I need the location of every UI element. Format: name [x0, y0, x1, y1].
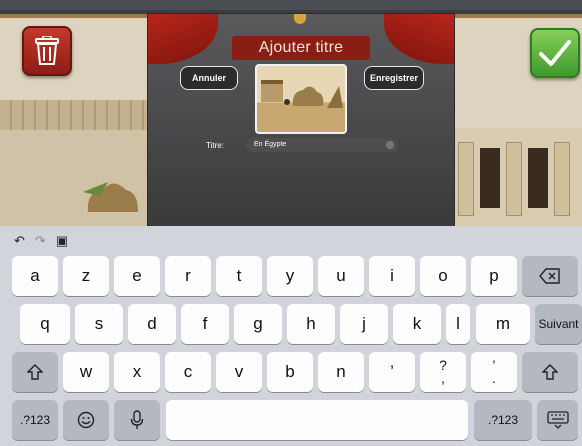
key-o[interactable]: o [420, 256, 466, 296]
dialog-title: Ajouter titre [258, 39, 344, 56]
key-k[interactable]: k [393, 304, 441, 344]
keyboard-hide-icon [546, 411, 569, 429]
key-e[interactable]: e [114, 256, 160, 296]
checkmark-icon [539, 40, 571, 66]
key-apostrophe[interactable]: ’ [369, 352, 415, 392]
temple-doorway [528, 148, 548, 208]
key-l[interactable]: l [446, 304, 470, 344]
temple-pillar [458, 142, 474, 216]
shift-key-right[interactable] [522, 352, 578, 392]
key-y[interactable]: y [267, 256, 313, 296]
key-i[interactable]: i [369, 256, 415, 296]
key-j[interactable]: j [340, 304, 388, 344]
curtain-right [384, 14, 454, 64]
delete-button[interactable] [22, 26, 72, 76]
title-field-label: Titre: [206, 141, 224, 150]
key-a[interactable]: a [12, 256, 58, 296]
clear-icon[interactable] [386, 141, 394, 149]
key-question-comma[interactable]: ? , [420, 352, 466, 392]
emoji-key[interactable] [63, 400, 109, 440]
curtain-left [148, 14, 218, 64]
key-d[interactable]: d [128, 304, 176, 344]
trash-icon [35, 36, 59, 65]
key-s[interactable]: s [75, 304, 123, 344]
key-p[interactable]: p [471, 256, 517, 296]
scene-frieze [0, 100, 150, 130]
key-m[interactable]: m [476, 304, 530, 344]
key-n[interactable]: n [318, 352, 364, 392]
title-input-value: En Égypte [254, 141, 287, 148]
confirm-button[interactable] [530, 28, 580, 78]
shift-key-left[interactable] [12, 352, 58, 392]
key-b[interactable]: b [267, 352, 313, 392]
key-apostrophe-period[interactable]: ’ . [471, 352, 517, 392]
key-w[interactable]: w [63, 352, 109, 392]
space-bar[interactable] [166, 400, 468, 440]
key-t[interactable]: t [216, 256, 262, 296]
key-x[interactable]: x [114, 352, 160, 392]
camel-illustration [83, 182, 138, 212]
key-u[interactable]: u [318, 256, 364, 296]
key-v[interactable]: v [216, 352, 262, 392]
redo-icon[interactable]: ↷ [35, 233, 46, 249]
key-z[interactable]: z [63, 256, 109, 296]
backspace-icon [539, 268, 560, 284]
shift-icon [542, 364, 558, 380]
title-input[interactable]: En Égypte [246, 138, 398, 152]
key-g[interactable]: g [234, 304, 282, 344]
return-key[interactable]: Suivant [535, 304, 582, 344]
microphone-icon [130, 410, 144, 429]
emoji-icon [77, 411, 95, 429]
paste-icon[interactable]: ▣ [56, 233, 68, 249]
backspace-key[interactable] [522, 256, 578, 296]
temple-pillar [506, 142, 522, 216]
temple-pillar [554, 142, 570, 216]
numbers-key-left[interactable]: .?123 [12, 400, 58, 440]
temple-building [450, 128, 582, 226]
hide-keyboard-key[interactable] [537, 400, 578, 440]
shortcut-bar: ↶ ↷ ▣ [14, 232, 68, 250]
dictation-key[interactable] [114, 400, 160, 440]
key-h[interactable]: h [287, 304, 335, 344]
curtain-ornament [294, 14, 306, 24]
key-f[interactable]: f [181, 304, 229, 344]
key-q[interactable]: q [20, 304, 70, 344]
numbers-key-right[interactable]: .?123 [474, 400, 532, 440]
thumbnail-illustration [261, 80, 343, 108]
temple-doorway [480, 148, 500, 208]
key-c[interactable]: c [165, 352, 211, 392]
undo-icon[interactable]: ↶ [14, 233, 25, 249]
onscreen-keyboard: ↶ ↷ ▣ a z e r t y u i o p q s d f g h j … [0, 226, 582, 446]
save-button[interactable]: Enregistrer [364, 66, 424, 90]
cancel-button[interactable]: Annuler [180, 66, 238, 90]
title-banner: Ajouter titre [232, 36, 370, 60]
add-title-dialog: Ajouter titre Annuler Enregistrer Titre:… [148, 14, 454, 226]
key-r[interactable]: r [165, 256, 211, 296]
shift-icon [27, 364, 43, 380]
page-thumbnail[interactable] [255, 64, 347, 134]
